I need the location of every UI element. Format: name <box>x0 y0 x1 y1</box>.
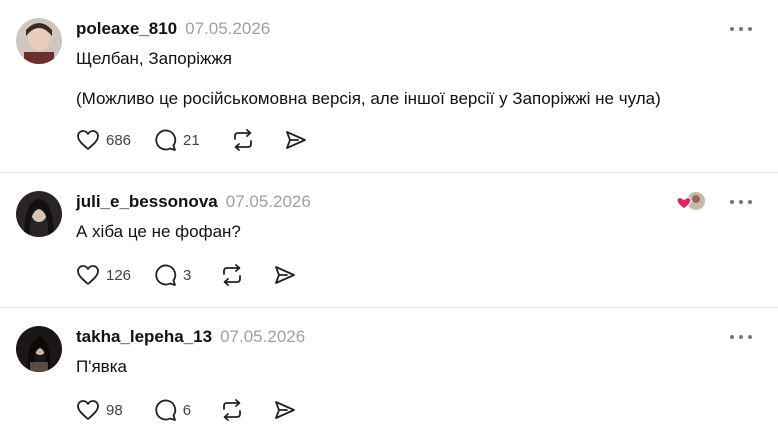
username[interactable]: poleaxe_810 <box>76 19 177 38</box>
liked-by-author-badge[interactable] <box>676 191 708 213</box>
post-header: juli_e_bessonova 07.05.2026 <box>76 191 311 213</box>
post-3: takha_lepeha_13 07.05.2026 П'явка 98 6 <box>0 308 778 440</box>
more-icon[interactable] <box>730 334 752 340</box>
comment-text: Щелбан, Запоріжжя <box>76 49 232 68</box>
username[interactable]: juli_e_bessonova <box>76 192 218 211</box>
repost-icon <box>233 129 252 151</box>
avatar[interactable] <box>16 18 62 64</box>
repost-button[interactable] <box>230 128 256 152</box>
avatar[interactable] <box>16 191 62 237</box>
share-icon <box>275 266 296 284</box>
comment-count: 3 <box>183 266 192 284</box>
more-icon[interactable] <box>730 26 752 32</box>
repost-button[interactable] <box>219 263 245 287</box>
post-date[interactable]: 07.05.2026 <box>185 19 270 38</box>
repost-button[interactable] <box>219 398 245 422</box>
more-icon[interactable] <box>730 199 752 205</box>
comment-icon <box>155 129 177 151</box>
post-date[interactable]: 07.05.2026 <box>220 327 305 346</box>
post-1: poleaxe_810 07.05.2026 Щелбан, Запоріжжя … <box>0 0 778 172</box>
comment-button[interactable]: 6 <box>153 398 191 422</box>
post-header: takha_lepeha_13 07.05.2026 <box>76 326 305 348</box>
post-2: juli_e_bessonova 07.05.2026 А хіба це не … <box>0 173 778 307</box>
like-count: 98 <box>106 401 123 419</box>
action-bar: 126 3 <box>76 261 297 289</box>
comment-icon <box>155 399 176 421</box>
repost-icon <box>223 264 242 286</box>
heart-icon <box>77 400 99 420</box>
heart-icon <box>77 130 99 150</box>
heart-icon <box>77 265 99 285</box>
like-button[interactable]: 126 <box>76 264 131 286</box>
comment-count: 21 <box>183 131 200 149</box>
share-button[interactable] <box>273 264 297 286</box>
comment-text: (Можливо це російськомовна версія, але і… <box>76 89 661 108</box>
action-bar: 686 21 <box>76 126 308 154</box>
share-button[interactable] <box>284 129 308 151</box>
comment-text: А хіба це не фофан? <box>76 222 241 241</box>
like-button[interactable]: 686 <box>76 129 131 151</box>
comment-button[interactable]: 3 <box>153 263 191 287</box>
comment-count: 6 <box>182 401 192 419</box>
share-button[interactable] <box>273 399 297 421</box>
comment-text: П'явка <box>76 357 127 376</box>
like-button[interactable]: 98 <box>76 399 123 421</box>
comment-icon <box>155 264 177 286</box>
post-date[interactable]: 07.05.2026 <box>226 192 311 211</box>
post-header: poleaxe_810 07.05.2026 <box>76 18 270 40</box>
comment-button[interactable]: 21 <box>153 128 200 152</box>
like-count: 686 <box>106 131 132 149</box>
share-icon <box>285 131 306 149</box>
like-count: 126 <box>106 266 132 284</box>
action-bar: 98 6 <box>76 396 297 424</box>
avatar[interactable] <box>16 326 62 372</box>
username[interactable]: takha_lepeha_13 <box>76 327 212 346</box>
share-icon <box>275 401 295 419</box>
repost-icon <box>223 399 241 421</box>
